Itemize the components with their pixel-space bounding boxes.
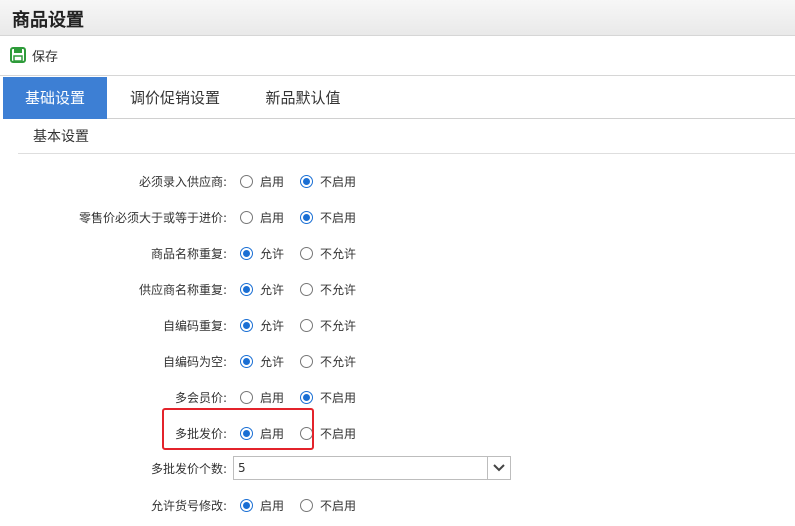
radio-button[interactable] <box>240 282 253 296</box>
setting-label: 自编码重复: <box>162 319 227 333</box>
setting-label: 必须录入供应商: <box>138 175 227 189</box>
wholesale-count-value: 5 <box>238 461 246 475</box>
radio-option[interactable]: 不允许 <box>300 280 356 298</box>
radio-option[interactable]: 不启用 <box>300 388 356 406</box>
save-button[interactable]: 保存 <box>10 45 58 65</box>
radio-label: 不允许 <box>320 282 357 297</box>
radio-button[interactable] <box>240 246 253 260</box>
radio-label: 不启用 <box>320 210 357 225</box>
radio-label: 不启用 <box>320 174 357 189</box>
setting-label: 允许货号修改: <box>150 499 227 513</box>
tab-basic-settings[interactable]: 基础设置 <box>3 77 107 119</box>
radio-label: 允许 <box>260 246 285 261</box>
setting-row: 多会员价: 启用 不启用 <box>0 386 795 410</box>
radio-option[interactable]: 不启用 <box>300 208 356 226</box>
setting-row: 供应商名称重复: 允许 不允许 <box>0 278 795 302</box>
title-bar: 商品设置 <box>0 0 795 36</box>
radio-button[interactable] <box>300 246 313 260</box>
setting-row: 商品名称重复: 允许 不允许 <box>0 242 795 266</box>
radio-button[interactable] <box>240 174 253 188</box>
radio-button[interactable] <box>300 354 313 368</box>
section-title: 基本设置 <box>33 129 89 145</box>
tab-bar: 基础设置 调价促销设置 新品默认值 <box>3 77 795 119</box>
radio-option[interactable]: 启用 <box>240 172 284 190</box>
page-title: 商品设置 <box>12 10 84 31</box>
radio-option[interactable]: 不允许 <box>300 352 356 370</box>
section-divider <box>18 153 795 154</box>
setting-row: 必须录入供应商: 启用 不启用 <box>0 170 795 194</box>
tab-new-product-defaults[interactable]: 新品默认值 <box>243 77 363 119</box>
setting-row: 自编码重复: 允许 不允许 <box>0 314 795 338</box>
setting-row: 零售价必须大于或等于进价: 启用 不启用 <box>0 206 795 230</box>
radio-label: 不启用 <box>320 390 357 405</box>
radio-label: 启用 <box>260 210 285 225</box>
radio-label: 不允许 <box>320 318 357 333</box>
radio-button[interactable] <box>300 282 313 296</box>
radio-button[interactable] <box>240 354 253 368</box>
highlight-box <box>162 408 314 450</box>
radio-label: 允许 <box>260 282 285 297</box>
setting-label: 商品名称重复: <box>150 247 227 261</box>
radio-button[interactable] <box>300 174 313 188</box>
radio-option[interactable]: 不允许 <box>300 244 356 262</box>
setting-row: 自编码为空: 允许 不允许 <box>0 350 795 374</box>
wholesale-count-label: 多批发价个数: <box>150 462 227 476</box>
save-label: 保存 <box>32 49 59 65</box>
radio-button[interactable] <box>240 498 253 512</box>
setting-label: 多会员价: <box>174 391 227 405</box>
radio-label: 不允许 <box>320 246 357 261</box>
tab-price-promotion[interactable]: 调价促销设置 <box>107 77 243 119</box>
wholesale-count-select[interactable]: 5 <box>233 456 511 480</box>
radio-button[interactable] <box>300 498 313 512</box>
radio-label: 启用 <box>260 498 285 513</box>
setting-row: 多批发价: 启用 不启用 <box>0 422 795 446</box>
radio-label: 启用 <box>260 390 285 405</box>
setting-label: 自编码为空: <box>162 355 227 369</box>
radio-option[interactable]: 允许 <box>240 316 284 334</box>
radio-button[interactable] <box>240 210 253 224</box>
radio-label: 不允许 <box>320 354 357 369</box>
radio-label: 允许 <box>260 318 285 333</box>
radio-button[interactable] <box>240 318 253 332</box>
radio-option[interactable]: 不启用 <box>300 172 356 190</box>
setting-label: 零售价必须大于或等于进价: <box>78 211 227 225</box>
radio-label: 不启用 <box>320 426 357 441</box>
radio-option[interactable]: 不允许 <box>300 316 356 334</box>
radio-label: 允许 <box>260 354 285 369</box>
radio-option[interactable]: 允许 <box>240 352 284 370</box>
setting-label: 供应商名称重复: <box>138 283 227 297</box>
radio-option[interactable]: 允许 <box>240 280 284 298</box>
radio-option[interactable]: 启用 <box>240 208 284 226</box>
radio-option[interactable]: 启用 <box>240 388 284 406</box>
setting-row: 允许货号修改: 启用 不启用 <box>0 494 795 518</box>
radio-option[interactable]: 允许 <box>240 244 284 262</box>
radio-option[interactable]: 启用 <box>240 496 284 514</box>
radio-button[interactable] <box>300 318 313 332</box>
chevron-down-icon[interactable] <box>487 457 510 479</box>
save-icon <box>10 47 26 63</box>
radio-button[interactable] <box>240 390 253 404</box>
radio-button[interactable] <box>300 210 313 224</box>
toolbar: 保存 <box>0 36 795 76</box>
radio-option[interactable]: 不启用 <box>300 496 356 514</box>
radio-button[interactable] <box>300 390 313 404</box>
radio-label: 不启用 <box>320 498 357 513</box>
radio-label: 启用 <box>260 174 285 189</box>
